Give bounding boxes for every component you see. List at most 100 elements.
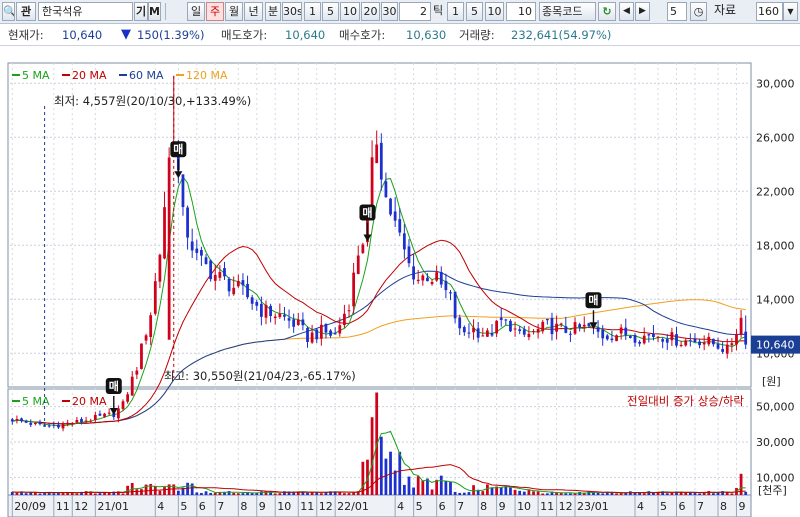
- candle-body: [163, 207, 166, 259]
- volume-y-tick-label: 50,000: [756, 401, 795, 414]
- interval-button[interactable]: 30: [381, 2, 398, 21]
- candle-body: [287, 318, 291, 321]
- volume-bar: [707, 491, 711, 495]
- tick-value-field[interactable]: 2: [399, 2, 431, 21]
- tick-interval-button[interactable]: 5: [466, 2, 483, 21]
- candle-body: [721, 348, 725, 352]
- x-tick-label: 21/01: [97, 500, 129, 513]
- volume-bar: [33, 492, 37, 495]
- stock-name-field[interactable]: 한국석유: [38, 2, 133, 21]
- bid-label: 매수호가:: [339, 28, 386, 42]
- candle-body: [301, 319, 305, 326]
- x-tick-label: 22/01: [337, 500, 369, 513]
- volume-bar: [416, 476, 420, 495]
- tick-label: 틱: [432, 4, 444, 17]
- candle-body: [167, 157, 171, 340]
- candle-body: [647, 334, 651, 336]
- data-label: 자료: [713, 3, 737, 17]
- candle-body: [578, 324, 582, 328]
- candle-body: [559, 323, 563, 325]
- candle-body: [149, 315, 153, 337]
- count-field[interactable]: 10: [506, 2, 536, 21]
- volume-y-tick-label: 30,000: [756, 436, 795, 449]
- volume-bar: [186, 482, 189, 495]
- candle-body: [615, 335, 618, 342]
- x-tick-label: 9: [499, 500, 506, 513]
- candle-body: [486, 330, 489, 337]
- search-icon[interactable]: 🔍: [2, 2, 15, 21]
- volume-bar: [370, 417, 374, 495]
- candle-body: [89, 420, 93, 422]
- buy-signal-label: 매: [173, 142, 183, 156]
- volume-bar: [347, 493, 351, 495]
- x-tick-label: 20/09: [14, 500, 46, 513]
- volume-bar: [472, 485, 475, 495]
- volume-bar: [725, 492, 729, 495]
- interval-button[interactable]: 5: [322, 2, 339, 21]
- period-button[interactable]: 30s: [282, 2, 302, 21]
- clock-icon[interactable]: ◷: [690, 2, 707, 21]
- candle-body: [444, 280, 448, 291]
- low-annotation: 최저: 4,557원(20/10/30,+133.49%): [54, 94, 251, 108]
- candle-body: [725, 344, 729, 354]
- candle-body: [356, 255, 360, 275]
- tick-interval-button[interactable]: 10: [485, 2, 504, 21]
- step-field[interactable]: 5: [667, 2, 687, 21]
- volume-bar: [135, 489, 139, 495]
- candle-body: [652, 333, 655, 337]
- candle-body: [569, 333, 572, 335]
- volume-bar: [343, 493, 346, 495]
- volume-bar: [84, 491, 88, 495]
- candle-body: [527, 333, 531, 338]
- toolbar: 🔍 관 한국석유 기 M 일주월년분30s15102030 2 틱 1510 1…: [0, 0, 800, 24]
- candle-body: [144, 335, 148, 341]
- volume-bar: [426, 478, 429, 495]
- candle-body: [29, 422, 33, 425]
- candle-body: [532, 331, 535, 333]
- tick-interval-button[interactable]: 1: [447, 2, 464, 21]
- x-tick-label: 5: [416, 500, 423, 513]
- volume-bar: [444, 481, 448, 495]
- chevron-down-icon[interactable]: ▼: [783, 2, 798, 21]
- period-button[interactable]: 월: [225, 2, 243, 21]
- interval-button[interactable]: 10: [340, 2, 360, 21]
- volume-bar: [449, 481, 452, 495]
- candle-body: [402, 233, 406, 250]
- period-button[interactable]: 년: [244, 2, 263, 21]
- prev-icon[interactable]: ◀: [619, 2, 634, 21]
- gi-button[interactable]: 기: [134, 2, 148, 21]
- x-tick-label: 8: [480, 500, 487, 513]
- candle-body: [80, 418, 83, 423]
- period-button[interactable]: 주: [206, 2, 224, 21]
- candle-body: [75, 420, 79, 423]
- candle-body: [462, 327, 466, 333]
- volume-bar: [504, 486, 508, 495]
- chart-svg[interactable]: 30,000 26,000 22,000 18,000 14,000 10,000 50,0…: [0, 46, 800, 517]
- volume-bar: [509, 487, 512, 495]
- period-button[interactable]: 일: [187, 2, 205, 21]
- next-icon[interactable]: ▶: [635, 2, 650, 21]
- candle-body: [375, 144, 379, 164]
- data-count-field[interactable]: 160: [756, 2, 783, 21]
- open-button[interactable]: 관: [16, 2, 36, 21]
- candle-body: [679, 344, 683, 346]
- candle-body: [642, 335, 646, 344]
- refresh-icon[interactable]: ↻: [598, 2, 616, 21]
- period-button[interactable]: 분: [265, 2, 281, 21]
- volume-bar: [619, 493, 623, 495]
- volume-bar: [273, 493, 277, 495]
- candle-body: [393, 211, 397, 221]
- interval-button[interactable]: 20: [361, 2, 380, 21]
- x-tick-label: 11: [56, 500, 70, 513]
- stock-code-button[interactable]: 종목코드: [539, 2, 596, 21]
- interval-button[interactable]: 1: [304, 2, 321, 21]
- volume-bar: [75, 493, 79, 495]
- buy-signal-label: 매: [588, 293, 598, 307]
- candle-body: [430, 281, 434, 285]
- x-tick-label: 11: [540, 500, 554, 513]
- candle-body: [490, 333, 494, 336]
- candle-body: [93, 414, 97, 420]
- volume-bar: [467, 492, 471, 495]
- candle-body: [306, 327, 309, 342]
- m-button[interactable]: M: [148, 2, 161, 21]
